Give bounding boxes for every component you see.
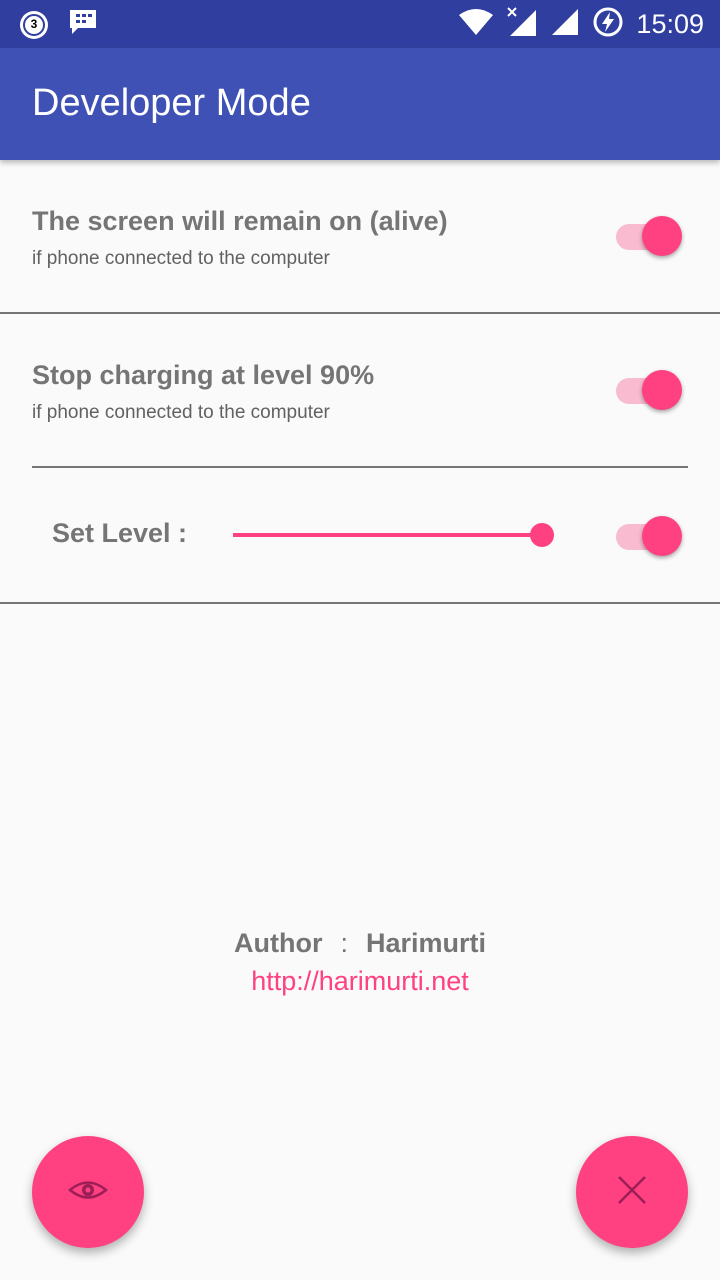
switch-thumb bbox=[642, 216, 682, 256]
setting-subtitle: if phone connected to the computer bbox=[32, 402, 330, 423]
app-bar: Developer Mode bbox=[0, 48, 720, 160]
setting-subtitle: if phone connected to the computer bbox=[32, 248, 330, 269]
notification-badge: 3 bbox=[30, 16, 38, 31]
bbm-icon bbox=[68, 8, 98, 41]
close-button[interactable] bbox=[576, 1136, 688, 1248]
level-slider-thumb[interactable] bbox=[530, 523, 554, 547]
set-level-label: Set Level : bbox=[52, 518, 188, 548]
notification-counter-icon: 3 bbox=[18, 9, 50, 41]
signal-no-data-icon bbox=[506, 6, 538, 43]
divider bbox=[32, 466, 688, 468]
battery-charging-icon bbox=[592, 6, 624, 43]
signal-icon bbox=[550, 7, 580, 42]
switch-thumb bbox=[642, 516, 682, 556]
screen-alive-switch[interactable] bbox=[616, 214, 684, 258]
eye-icon bbox=[68, 1177, 108, 1208]
app-title: Developer Mode bbox=[32, 82, 311, 124]
stop-charging-switch[interactable] bbox=[616, 368, 684, 412]
setting-screen-alive: The screen will remain on (alive) if pho… bbox=[0, 160, 720, 314]
divider bbox=[0, 602, 720, 604]
setting-stop-charging: Stop charging at level 90% if phone conn… bbox=[0, 314, 720, 468]
switch-thumb bbox=[642, 370, 682, 410]
level-slider-track[interactable] bbox=[233, 533, 543, 537]
setting-title: The screen will remain on (alive) bbox=[32, 206, 448, 236]
author-label: Author bbox=[233, 928, 323, 958]
status-bar: 3 15:09 bbox=[0, 0, 720, 48]
set-level-switch[interactable] bbox=[616, 514, 684, 558]
author-name: Harimurti bbox=[365, 928, 487, 958]
author-line: Author: Harimurti bbox=[0, 928, 720, 959]
status-time: 15:09 bbox=[636, 9, 704, 39]
author-website-link[interactable]: http://harimurti.net bbox=[0, 966, 720, 997]
view-button[interactable] bbox=[32, 1136, 144, 1248]
close-icon bbox=[617, 1175, 647, 1210]
author-separator: : bbox=[340, 928, 348, 958]
setting-title: Stop charging at level 90% bbox=[32, 360, 375, 390]
wifi-icon bbox=[458, 7, 494, 42]
